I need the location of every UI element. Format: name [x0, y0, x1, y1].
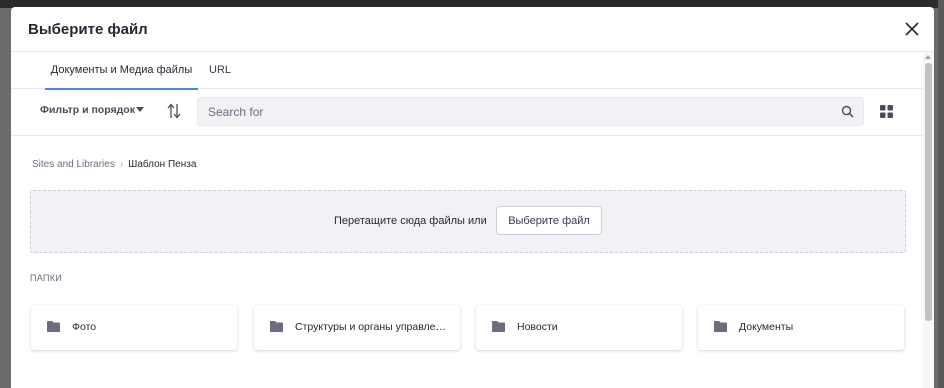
folder-card[interactable]: Структуры и органы управления [254, 305, 460, 350]
breadcrumb-separator: › [119, 159, 124, 170]
management-toolbar: Фильтр и порядок [11, 89, 923, 136]
file-select-modal: Выберите файл Документы и Медиа файлы UR… [11, 7, 934, 388]
folder-icon [492, 321, 505, 332]
dropzone-text: Перетащите сюда файлы или [334, 215, 487, 227]
caret-down-icon [136, 107, 144, 112]
search-input[interactable] [208, 98, 828, 125]
filter-and-order-dropdown[interactable]: Фильтр и порядок [40, 104, 135, 116]
folder-name: Новости [517, 321, 558, 333]
backdrop-right-edge [938, 0, 944, 388]
folder-icon [270, 321, 283, 332]
folder-name: Документы [739, 321, 794, 333]
sort-order-button[interactable] [166, 102, 182, 120]
grid-view-icon [880, 105, 893, 118]
close-button[interactable] [902, 19, 922, 39]
search-box [197, 97, 864, 126]
breadcrumb-root-link[interactable]: Sites and Libraries [32, 159, 115, 170]
scrollbar-thumb[interactable] [925, 63, 932, 321]
folder-card[interactable]: Фото [31, 305, 237, 350]
modal-title: Выберите файл [28, 21, 148, 38]
tab-bar: Документы и Медиа файлы URL [11, 52, 923, 90]
modal-header: Выберите файл [11, 7, 934, 52]
folder-name: Структуры и органы управления [295, 321, 450, 333]
close-icon [905, 22, 919, 36]
tab-documents-media[interactable]: Документы и Медиа файлы [45, 52, 198, 90]
folders-section-label: ПАПКИ [30, 273, 63, 283]
search-button[interactable] [841, 105, 854, 118]
folder-card[interactable]: Новости [476, 305, 682, 350]
select-file-button[interactable]: Выберите файл [496, 206, 602, 235]
folder-card[interactable]: Документы [698, 305, 904, 350]
folder-icon [47, 321, 60, 332]
folder-name: Фото [72, 321, 97, 333]
breadcrumb-current: Шаблон Пенза [128, 159, 197, 170]
folder-icon [714, 321, 727, 332]
sort-arrows-icon [167, 103, 181, 119]
tab-url[interactable]: URL [209, 52, 231, 89]
file-dropzone[interactable]: Перетащите сюда файлы или Выберите файл [30, 190, 906, 253]
scroll-up-arrow-icon[interactable] [925, 55, 931, 59]
search-icon [841, 105, 854, 118]
breadcrumb: Sites and Libraries › Шаблон Пенза [32, 159, 196, 170]
display-style-button[interactable] [880, 105, 893, 118]
